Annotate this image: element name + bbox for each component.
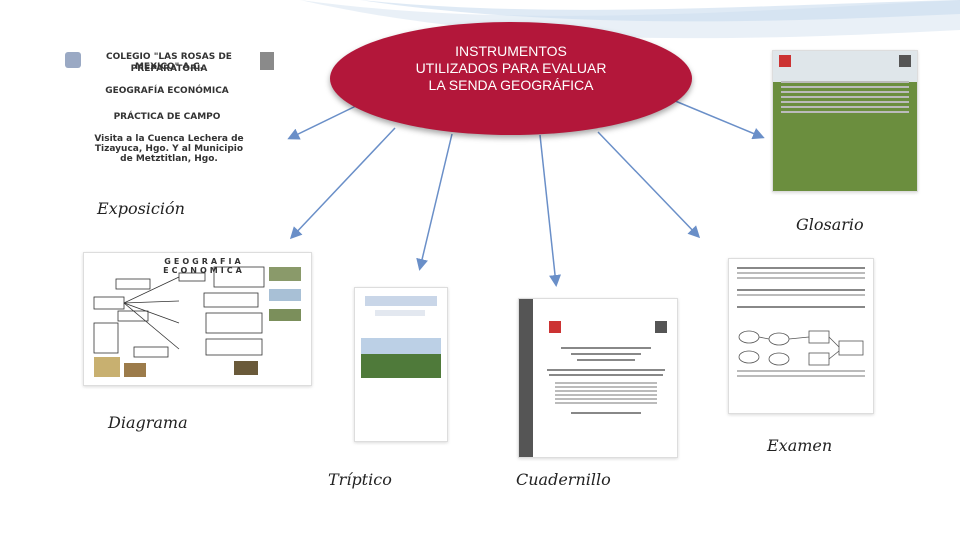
arrow-to-triptico xyxy=(416,133,453,271)
doc-visit-description: Visita a la Cuenca Lechera de Tizayuca, … xyxy=(94,134,244,164)
exam-sketch xyxy=(738,330,864,366)
triptico-image xyxy=(354,287,448,442)
arrow-to-glosario xyxy=(597,131,701,239)
seal-icon xyxy=(655,321,667,333)
doc-subject: GEOGRAFÍA ECONÓMICA xyxy=(105,86,229,96)
arrow-to-exposicion xyxy=(287,103,361,140)
school-logo-icon xyxy=(65,52,81,68)
concept-map xyxy=(93,266,301,377)
central-topic: INSTRUMENTOS UTILIZADOS PARA EVALUAR LA … xyxy=(330,22,692,135)
triptico-header xyxy=(365,296,437,306)
central-topic-title: INSTRUMENTOS UTILIZADOS PARA EVALUAR LA … xyxy=(415,43,607,93)
label-examen: Examen xyxy=(767,436,833,455)
arrow-to-diagrama xyxy=(289,127,396,240)
label-cuadernillo: Cuadernillo xyxy=(516,470,611,489)
arrow-to-cuadernillo xyxy=(539,134,562,287)
label-diagrama: Diagrama xyxy=(108,413,188,432)
cuadernillo-image xyxy=(518,298,678,458)
doc-level: PREPARATORIA xyxy=(130,64,208,74)
logo-icon xyxy=(549,321,561,333)
examen-image xyxy=(728,258,874,414)
label-exposicion: Exposición xyxy=(97,199,185,218)
diagrama-image: GEOGRAFIA ECONOMICA xyxy=(83,252,312,386)
university-seal-icon xyxy=(260,52,274,70)
seal-icon xyxy=(899,55,911,67)
logo-icon xyxy=(779,55,791,67)
arrow-to-examen xyxy=(667,97,765,140)
label-triptico: Tríptico xyxy=(328,470,392,489)
label-glosario: Glosario xyxy=(796,215,864,234)
doc-practice: PRÁCTICA DE CAMPO xyxy=(113,112,221,122)
binding xyxy=(519,299,533,457)
examen-cover-image xyxy=(772,50,918,192)
exposicion-image: COLEGIO "LAS ROSAS DE MEXICO" A.C. PREPA… xyxy=(57,38,282,183)
landscape-photo xyxy=(361,338,441,378)
